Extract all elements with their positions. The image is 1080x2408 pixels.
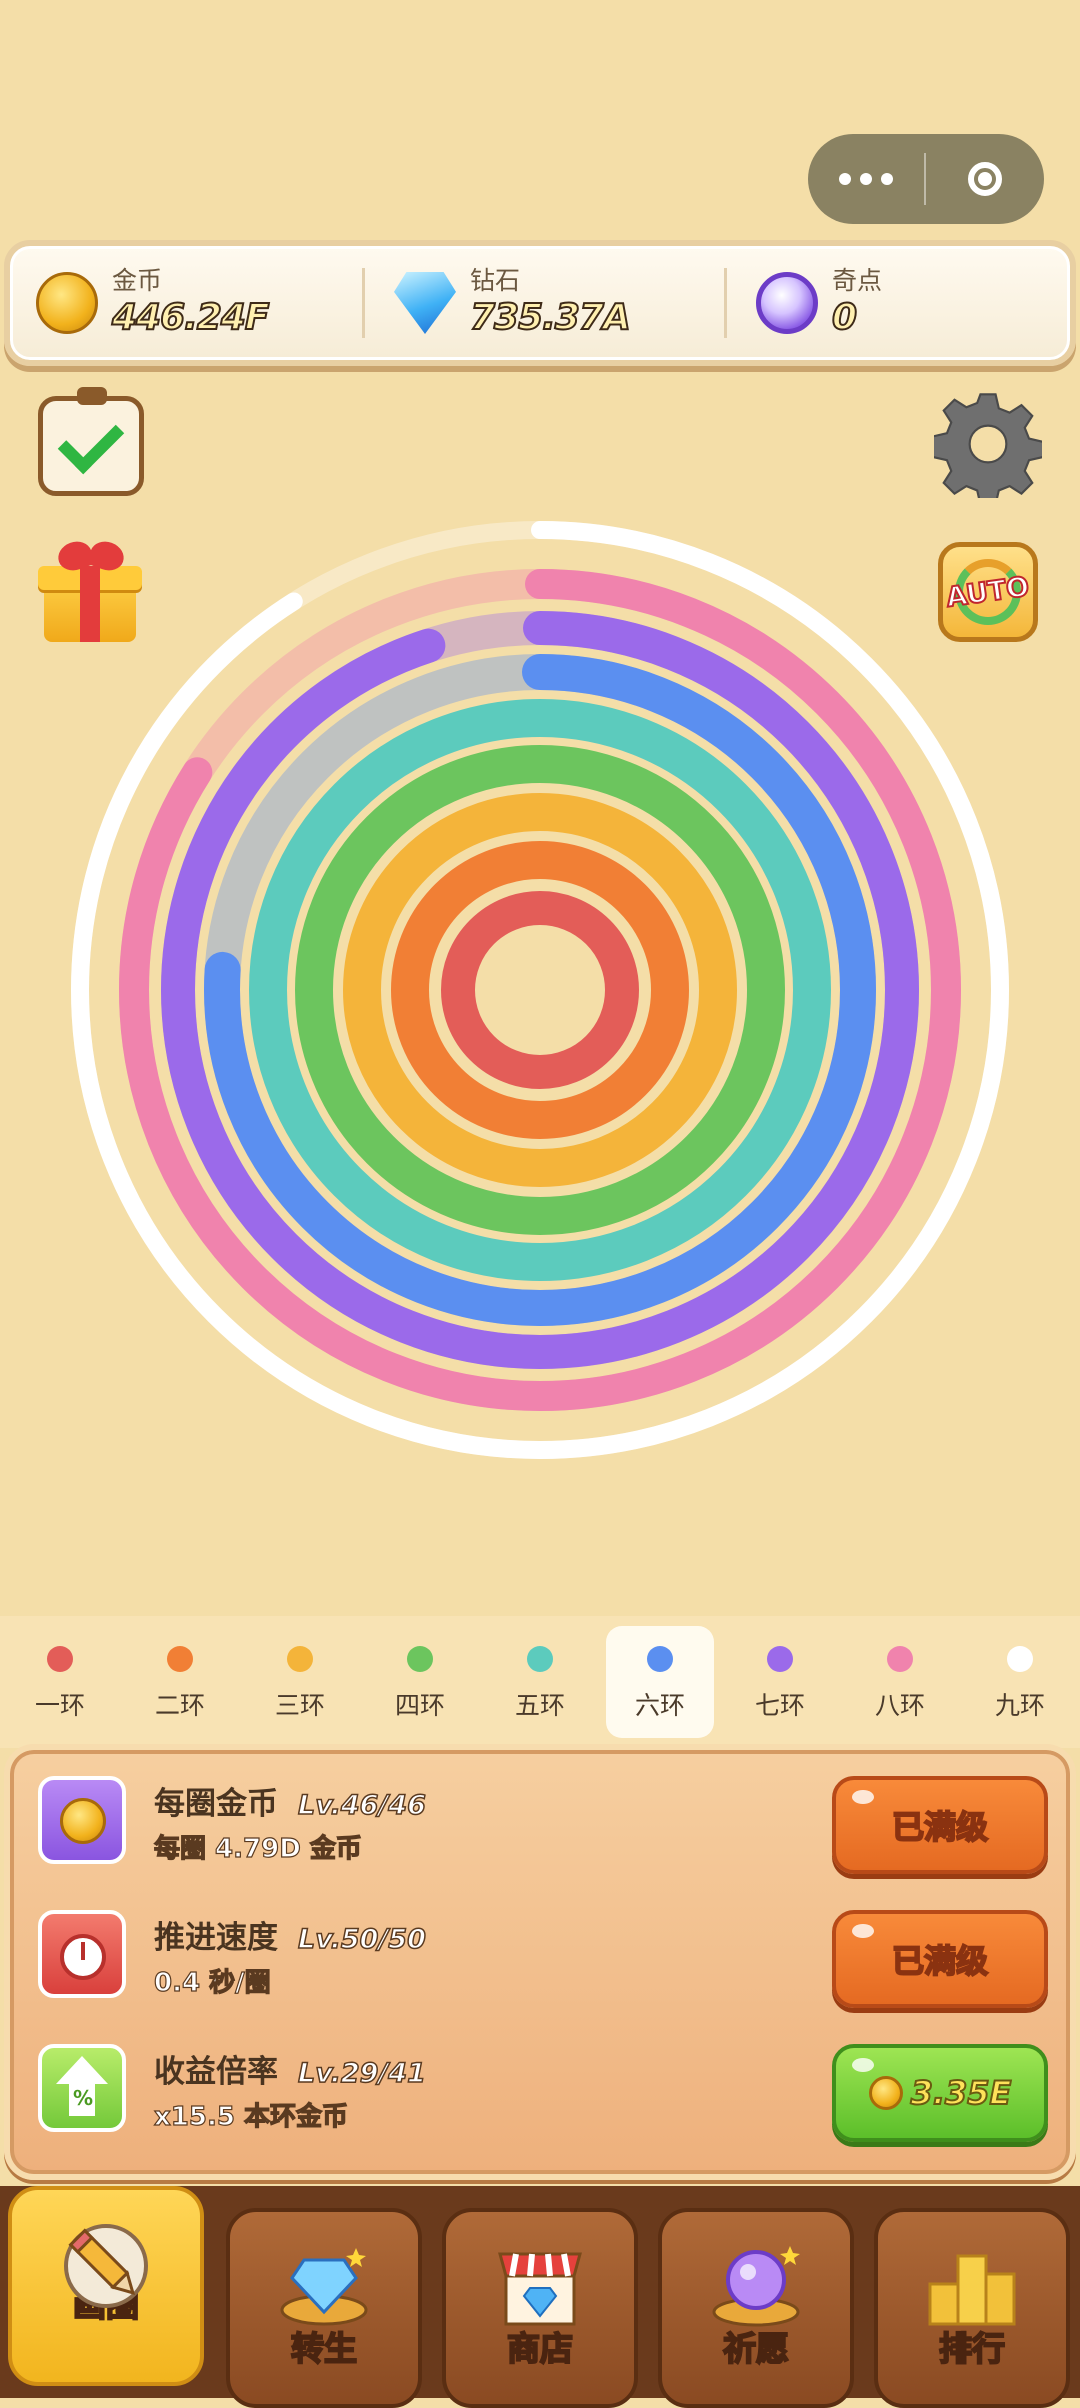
nav-wish[interactable]: 祈愿 — [658, 2208, 854, 2408]
divider — [724, 268, 727, 338]
ring-color-dot — [527, 1646, 553, 1672]
upgrade-desc: x15.5 本环金币 — [153, 2101, 348, 2132]
rebirth-crystal-icon — [280, 2248, 368, 2326]
upgrade-row-multiplier: % 收益倍率 Lv.29/41 x15.5 本环金币 3.35E — [10, 2026, 1080, 2156]
nav-draw-circle[interactable]: 画圈 — [8, 2186, 204, 2386]
ring-color-dot — [407, 1646, 433, 1672]
more-icon[interactable] — [808, 173, 924, 185]
ring-tab-label: 九环 — [994, 1691, 1045, 1720]
ring-board[interactable] — [40, 490, 1040, 1490]
upgrade-row-speed: 推进速度 Lv.50/50 0.4 秒/圈 已满级 — [10, 1892, 1080, 2022]
close-target-icon[interactable] — [926, 162, 1044, 196]
ring-color-dot — [287, 1646, 313, 1672]
pencil-icon — [64, 2224, 148, 2308]
upgrade-title: 每圈金币 — [154, 1786, 278, 1822]
ring-tab-label: 二环 — [154, 1691, 205, 1720]
upgrade-title: 推进速度 — [154, 1920, 278, 1956]
oddity-label: 奇点 — [832, 266, 883, 295]
ring-tab[interactable]: 六环 — [606, 1626, 714, 1738]
coin-icon — [36, 272, 98, 334]
button-shine — [852, 1790, 874, 1804]
upgrade-button-maxed[interactable]: 已满级 — [832, 1776, 1048, 1874]
podium-icon — [928, 2254, 1016, 2326]
checkmark-icon — [57, 407, 125, 475]
ring-color-dot — [1007, 1646, 1033, 1672]
coin-upgrade-icon — [38, 1776, 126, 1864]
upgrade-button-maxed[interactable]: 已满级 — [832, 1910, 1048, 2008]
diamond-label: 钻石 — [470, 266, 521, 295]
button-shine — [852, 1924, 874, 1938]
ring-tab-label: 七环 — [754, 1691, 805, 1720]
ring-tab[interactable]: 四环 — [366, 1616, 474, 1748]
ring-tab[interactable]: 五环 — [486, 1616, 594, 1748]
upgrade-buy-button[interactable]: 3.35E — [832, 2044, 1048, 2142]
ring-tab-label: 八环 — [874, 1691, 925, 1720]
coin-icon — [868, 2076, 903, 2110]
upgrade-level: Lv.50/50 — [297, 1923, 426, 1956]
ring-tab-label: 六环 — [634, 1691, 685, 1720]
ring-tab[interactable]: 一环 — [6, 1616, 114, 1748]
clipboard-clip — [77, 387, 107, 405]
currency-bar: 金币 446.24F 钻石 735.37A 奇点 0 — [4, 240, 1076, 366]
ring-color-dot — [887, 1646, 913, 1672]
task-checklist-button[interactable] — [38, 387, 144, 496]
ring-tab[interactable]: 七环 — [726, 1616, 834, 1748]
bottom-nav: 画圈 转生 商店 祈愿 排行 — [0, 2186, 1080, 2408]
upgrade-name: 推进速度 Lv.50/50 — [154, 1912, 427, 1957]
ring-color-dot — [647, 1646, 673, 1672]
ring-color-dot — [767, 1646, 793, 1672]
gold-value: 446.24F — [111, 296, 271, 339]
ring-color-dot — [167, 1646, 193, 1672]
ring-tab[interactable]: 二环 — [126, 1616, 234, 1748]
ring-4-progress — [295, 745, 785, 1235]
ring-tab[interactable]: 八环 — [846, 1616, 954, 1748]
diamond-currency: 钻石 735.37A — [394, 246, 632, 360]
upgrade-level: Lv.29/41 — [297, 2057, 426, 2090]
ring-tab-label: 一环 — [34, 1691, 85, 1720]
percent-arrow-icon: % — [38, 2044, 126, 2132]
nav-rebirth[interactable]: 转生 — [226, 2208, 422, 2408]
ring-tab-label: 四环 — [394, 1691, 445, 1720]
gold-currency: 金币 446.24F — [36, 246, 271, 360]
button-label: 已满级 — [891, 1807, 989, 1847]
ring-color-dot — [47, 1646, 73, 1672]
nav-shop[interactable]: 商店 — [442, 2208, 638, 2408]
shop-icon — [498, 2252, 582, 2326]
settings-gear-icon[interactable] — [934, 390, 1042, 498]
upgrade-name: 收益倍率 Lv.29/41 — [154, 2046, 427, 2091]
upgrade-name: 每圈金币 Lv.46/46 — [154, 1778, 427, 1823]
nav-ranking[interactable]: 排行 — [874, 2208, 1070, 2408]
button-shine — [852, 2058, 874, 2072]
gold-label: 金币 — [112, 266, 163, 295]
diamond-icon — [394, 272, 456, 334]
oddity-value: 0 — [831, 296, 858, 339]
upgrade-panel: 每圈金币 Lv.46/46 每圈 4.79D 金币 已满级 推进速度 Lv.50/5… — [4, 1744, 1076, 2180]
upgrade-level: Lv.46/46 — [297, 1789, 426, 1822]
ring-tab-label: 五环 — [514, 1691, 565, 1720]
upgrade-desc: 0.4 秒/圈 — [153, 1967, 271, 1998]
orb-icon — [756, 272, 818, 334]
upgrade-title: 收益倍率 — [154, 2054, 278, 2090]
button-price: 3.35E — [910, 2073, 1013, 2113]
stopwatch-icon — [38, 1910, 126, 1998]
upgrade-desc: 每圈 4.79D 金币 — [153, 1833, 362, 1864]
button-label: 已满级 — [891, 1941, 989, 1981]
ring-tab[interactable]: 三环 — [246, 1616, 354, 1748]
diamond-value: 735.37A — [469, 296, 632, 339]
upgrade-row-coins: 每圈金币 Lv.46/46 每圈 4.79D 金币 已满级 — [10, 1758, 1080, 1888]
divider — [362, 268, 365, 338]
ring-tabs: 一环 二环 三环 四环 五环 六环 七环 八环 九环 — [0, 1616, 1080, 1748]
oddity-currency: 奇点 0 — [756, 246, 882, 360]
miniprogram-capsule — [808, 134, 1044, 224]
ring-tab[interactable]: 九环 — [966, 1616, 1074, 1748]
ring-1-progress — [441, 891, 639, 1089]
wish-orb-icon — [712, 2246, 800, 2327]
ring-tab-label: 三环 — [274, 1691, 325, 1720]
